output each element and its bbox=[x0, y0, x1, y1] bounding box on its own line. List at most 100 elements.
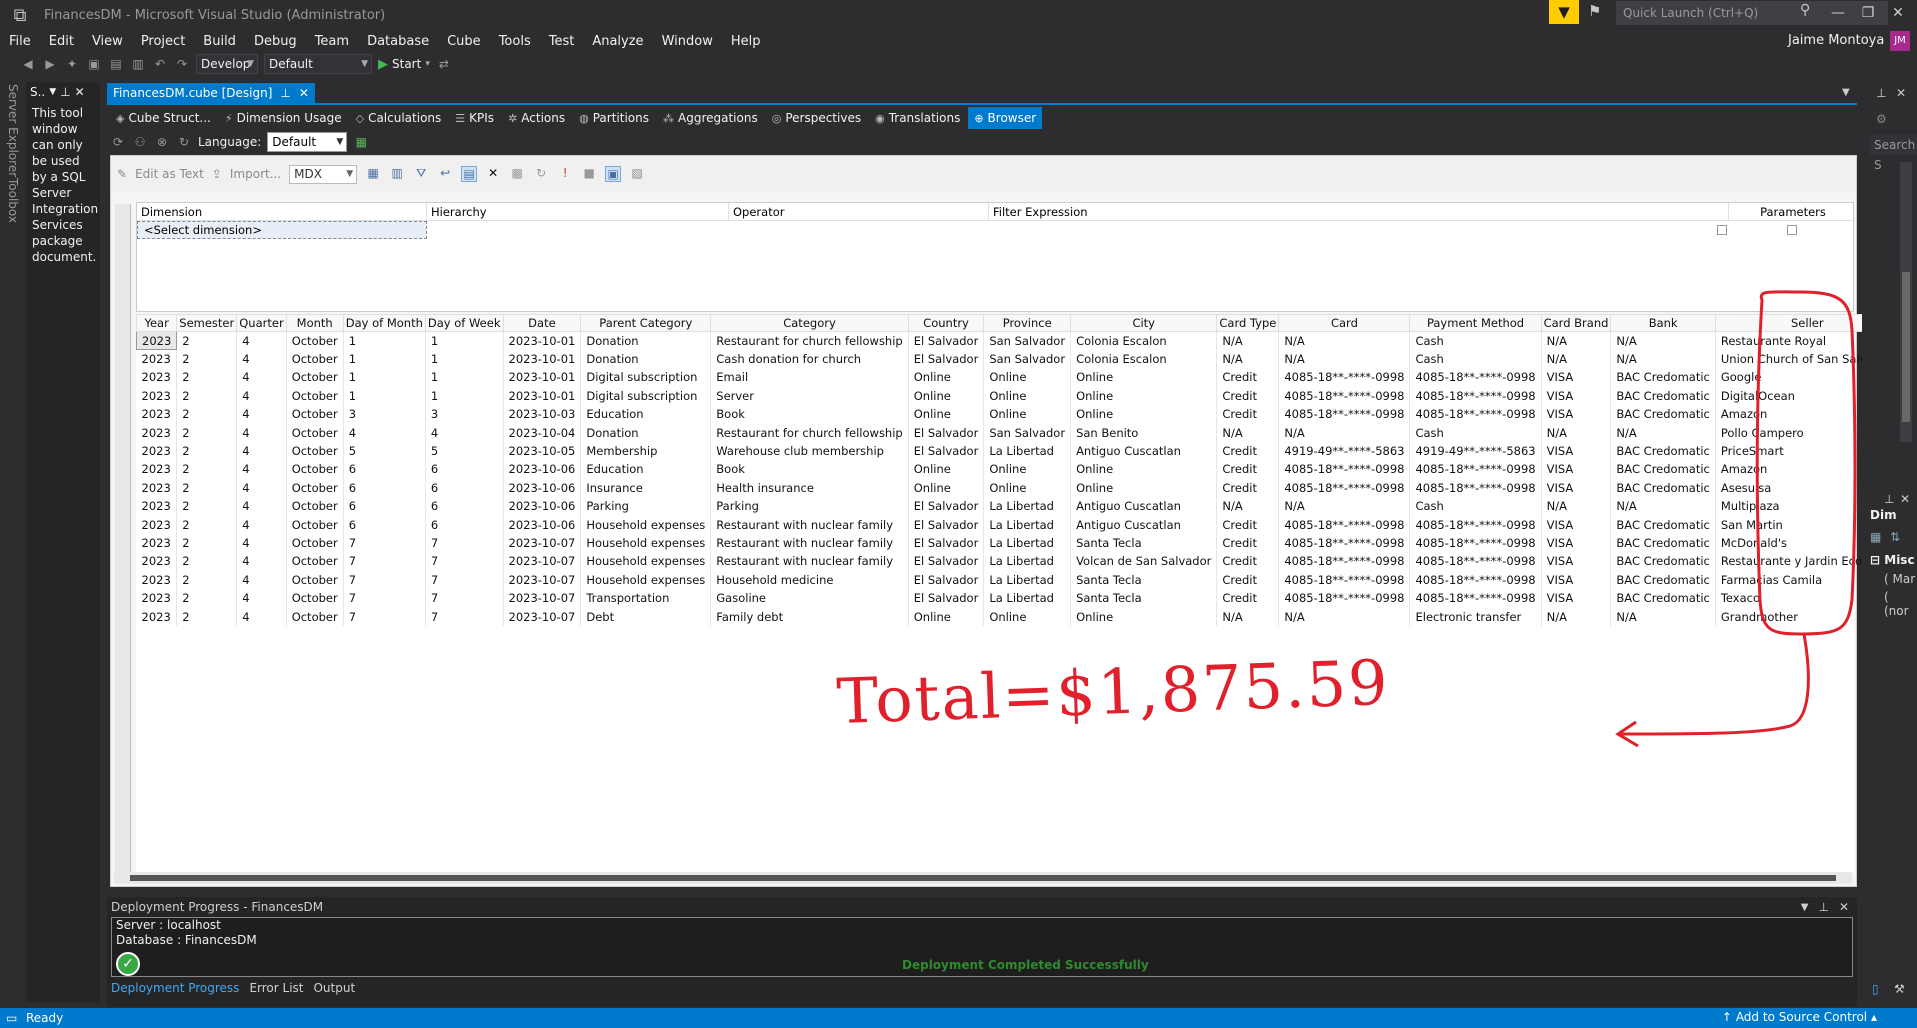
table-cell[interactable]: October bbox=[286, 460, 344, 479]
table-cell[interactable]: 4085-18**-****-0998 bbox=[1278, 533, 1411, 553]
table-cell[interactable]: 4085-18**-****-0998 bbox=[1409, 386, 1542, 406]
table-cell[interactable]: Cash bbox=[1409, 331, 1542, 350]
new-project-icon[interactable]: ✦ bbox=[64, 57, 80, 71]
table-cell[interactable]: El Salvador bbox=[908, 552, 985, 571]
table-cell[interactable]: N/A bbox=[1278, 331, 1411, 350]
restore-icon[interactable]: ❐ bbox=[1853, 2, 1883, 24]
table-cell[interactable]: 4085-18**-****-0998 bbox=[1409, 460, 1542, 479]
table-cell[interactable]: 2 bbox=[176, 533, 238, 553]
table-cell[interactable]: October bbox=[286, 552, 344, 571]
search-icon[interactable]: ⚲ bbox=[1800, 2, 1810, 18]
save-icon[interactable]: ▤ bbox=[108, 57, 124, 71]
table-cell[interactable]: 1 bbox=[425, 368, 504, 387]
redo-icon[interactable]: ↷ bbox=[174, 57, 190, 71]
table-cell[interactable]: 4 bbox=[236, 441, 287, 461]
tab-kpis[interactable]: ☰ KPIs bbox=[449, 107, 500, 129]
table-cell[interactable]: 7 bbox=[343, 533, 426, 553]
table-cell[interactable]: Insurance bbox=[580, 478, 712, 498]
filter-icon[interactable]: ⛛ bbox=[413, 166, 429, 182]
server-explorer-tab[interactable]: Server Explorer bbox=[6, 84, 20, 177]
column-header[interactable]: Bank bbox=[1610, 314, 1716, 332]
table-cell[interactable]: N/A bbox=[1541, 423, 1612, 442]
table-cell[interactable]: 4 bbox=[236, 515, 287, 534]
table-cell[interactable]: Gasoline bbox=[710, 588, 909, 608]
table-cell[interactable]: 4 bbox=[236, 460, 287, 479]
pin-icon[interactable]: ⊥ bbox=[280, 83, 290, 103]
column-header[interactable]: Day of Week bbox=[424, 314, 504, 332]
table-cell[interactable]: San Salvador bbox=[983, 423, 1072, 442]
menu-test[interactable]: Test bbox=[540, 34, 584, 49]
table-cell[interactable]: Online bbox=[983, 405, 1072, 424]
table-cell[interactable]: 4085-18**-****-0998 bbox=[1278, 386, 1411, 406]
table-cell[interactable]: BAC Credomatic bbox=[1610, 570, 1716, 589]
table-cell[interactable]: Credit bbox=[1216, 588, 1280, 608]
table-cell[interactable]: N/A bbox=[1610, 423, 1716, 442]
show-empty-cells-icon[interactable]: ↩ bbox=[437, 166, 453, 182]
table-cell[interactable]: Restaurant for church fellowship bbox=[710, 423, 909, 442]
table-cell[interactable]: BAC Credomatic bbox=[1610, 386, 1716, 406]
column-header[interactable]: Date bbox=[502, 314, 582, 332]
minimize-icon[interactable]: — bbox=[1823, 2, 1853, 24]
menu-file[interactable]: File bbox=[0, 34, 40, 49]
table-cell[interactable]: San Salvador bbox=[983, 331, 1072, 350]
table-cell[interactable]: 4919-49**-****-5863 bbox=[1278, 441, 1411, 461]
table-cell[interactable]: N/A bbox=[1610, 497, 1716, 516]
table-cell[interactable]: N/A bbox=[1541, 331, 1612, 350]
column-header[interactable]: Card bbox=[1278, 314, 1411, 332]
add-to-source-control-button[interactable]: ↑ Add to Source Control ▴ bbox=[1722, 1010, 1877, 1024]
tab-browser[interactable]: ⊕ Browser bbox=[968, 107, 1043, 129]
table-cell[interactable]: 2023-10-01 bbox=[503, 349, 582, 369]
horizontal-scrollbar[interactable] bbox=[114, 872, 1852, 884]
menu-analyze[interactable]: Analyze bbox=[583, 34, 652, 49]
table-cell[interactable]: BAC Credomatic bbox=[1610, 533, 1716, 553]
table-cell[interactable]: La Libertad bbox=[983, 588, 1072, 608]
refresh-icon[interactable]: ↻ bbox=[176, 135, 192, 149]
table-cell[interactable]: Restaurant with nuclear family bbox=[710, 515, 909, 534]
close-icon[interactable]: ✕ bbox=[1883, 2, 1913, 24]
back-icon[interactable]: ◀ bbox=[20, 57, 36, 71]
table-cell[interactable]: 2023-10-05 bbox=[503, 441, 582, 461]
menu-debug[interactable]: Debug bbox=[245, 34, 306, 49]
table-cell[interactable]: El Salvador bbox=[908, 497, 985, 516]
table-cell[interactable]: 2023 bbox=[136, 423, 178, 442]
table-cell[interactable]: 2 bbox=[176, 441, 238, 461]
table-cell[interactable]: October bbox=[286, 441, 344, 461]
table-cell[interactable]: VISA bbox=[1541, 460, 1612, 479]
table-cell[interactable]: October bbox=[286, 423, 344, 442]
tab-cube-structure[interactable]: ◈ Cube Struct... bbox=[110, 107, 217, 129]
table-cell[interactable]: Donation bbox=[580, 349, 712, 369]
table-cell[interactable]: 4085-18**-****-0998 bbox=[1278, 515, 1411, 534]
table-cell[interactable]: Server bbox=[710, 386, 909, 406]
visual-studio-logo-icon[interactable]: ⧉ bbox=[0, 0, 40, 30]
table-cell[interactable]: Book bbox=[710, 460, 909, 479]
table-cell[interactable]: 2023 bbox=[136, 515, 178, 534]
table-cell[interactable]: 2 bbox=[176, 607, 238, 626]
table-cell[interactable]: Online bbox=[908, 386, 985, 406]
table-cell[interactable]: VISA bbox=[1541, 368, 1612, 387]
toolbox-tab[interactable]: Toolbox bbox=[6, 178, 20, 223]
table-cell[interactable]: 2 bbox=[176, 331, 238, 350]
table-cell[interactable]: Credit bbox=[1216, 552, 1280, 571]
tab-aggregations[interactable]: ⁂ Aggregations bbox=[657, 107, 764, 129]
table-cell[interactable]: October bbox=[286, 607, 344, 626]
table-cell[interactable]: 1 bbox=[425, 386, 504, 406]
table-cell[interactable]: 4 bbox=[236, 405, 287, 424]
table-cell[interactable]: Credit bbox=[1216, 515, 1280, 534]
table-cell[interactable]: 1 bbox=[343, 368, 426, 387]
copy-icon[interactable]: ▩ bbox=[509, 166, 525, 182]
table-cell[interactable]: N/A bbox=[1216, 423, 1280, 442]
table-cell[interactable]: 5 bbox=[425, 441, 504, 461]
table-cell[interactable]: 4 bbox=[236, 607, 287, 626]
table-cell[interactable]: 2023-10-06 bbox=[503, 460, 582, 479]
table-cell[interactable]: Digital subscription bbox=[580, 386, 712, 406]
table-cell[interactable]: 4085-18**-****-0998 bbox=[1409, 405, 1542, 424]
delete-icon[interactable]: ✕ bbox=[485, 166, 501, 182]
table-cell[interactable]: 2023-10-01 bbox=[503, 386, 582, 406]
table-cell[interactable]: 2023-10-04 bbox=[503, 423, 582, 442]
table-cell[interactable]: 2023-10-06 bbox=[503, 515, 582, 534]
undo-icon[interactable]: ↶ bbox=[152, 57, 168, 71]
table-cell[interactable]: 2023 bbox=[136, 460, 178, 479]
table-cell[interactable]: Digital subscription bbox=[580, 368, 712, 387]
settings-icon[interactable]: ⚙ bbox=[1876, 112, 1887, 126]
reconnect-icon[interactable]: ⊗ bbox=[154, 135, 170, 149]
